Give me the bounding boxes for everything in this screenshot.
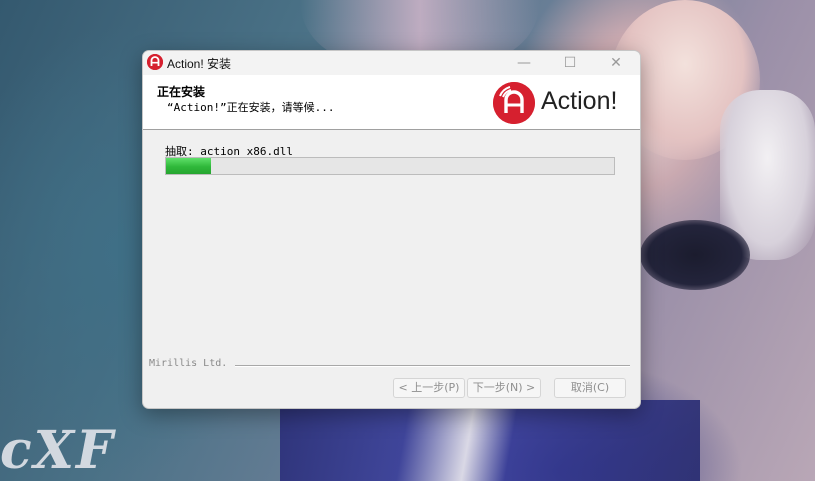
action-logo-icon xyxy=(147,54,163,70)
header-title: 正在安装 xyxy=(157,85,206,99)
background-outfit xyxy=(280,400,700,481)
maximize-button[interactable]: ☐ xyxy=(547,51,593,75)
action-logo-circle-icon xyxy=(493,82,535,124)
close-button[interactable]: ✕ xyxy=(593,51,639,75)
back-button[interactable]: < 上一步(P) xyxy=(393,378,465,398)
next-button[interactable]: 下一步(N) > xyxy=(467,378,541,398)
window-title: Action! 安装 xyxy=(167,57,232,71)
action-logo: Action! xyxy=(493,81,633,124)
title-bar[interactable]: Action! 安装 — ☐ ✕ xyxy=(143,51,640,75)
installer-window: Action! 安装 — ☐ ✕ 正在安装 “Action!”正在安装，请等候.… xyxy=(142,50,641,409)
footer-divider xyxy=(235,365,630,367)
logo-text: Action! xyxy=(541,87,618,115)
install-progress-bar xyxy=(165,157,615,175)
progress-fill xyxy=(166,158,211,174)
installer-header: 正在安装 “Action!”正在安装，请等候... Action! xyxy=(143,75,640,130)
brand-label: Mirillis Ltd. xyxy=(149,358,228,369)
background-choker xyxy=(640,220,750,290)
minimize-button[interactable]: — xyxy=(501,51,547,75)
background-watermark: cXF xyxy=(0,420,115,481)
cancel-button[interactable]: 取消(C) xyxy=(554,378,626,398)
header-subtitle: “Action!”正在安装，请等候... xyxy=(167,101,335,114)
